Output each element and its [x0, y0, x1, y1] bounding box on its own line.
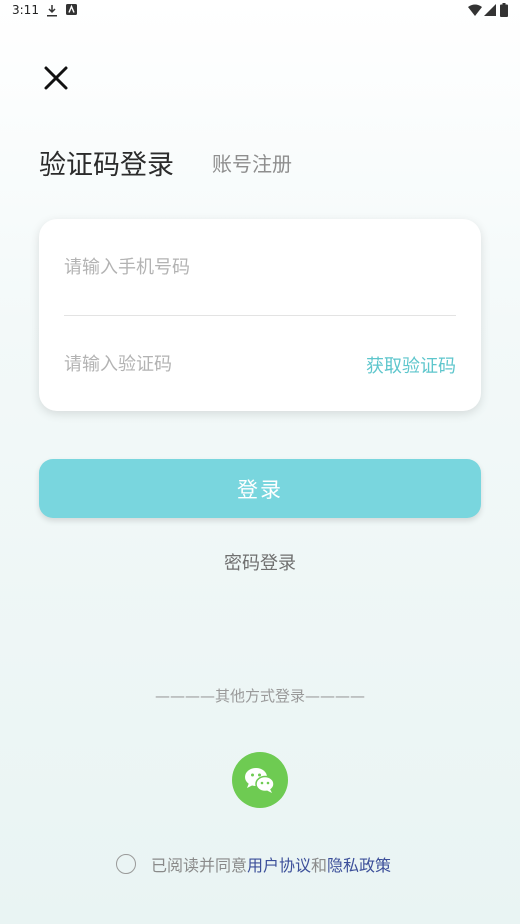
login-form-card: 获取验证码 [39, 219, 481, 411]
signal-icon [484, 4, 496, 16]
status-bar: 3:11 [0, 0, 520, 22]
wechat-icon [245, 768, 275, 793]
agreement-prefix: 已阅读并同意 [151, 856, 248, 875]
phone-input[interactable] [64, 249, 454, 285]
verification-code-input[interactable] [64, 346, 304, 382]
wifi-icon [468, 4, 482, 16]
login-button[interactable]: 登录 [39, 459, 481, 518]
privacy-policy-link[interactable]: 隐私政策 [327, 856, 391, 875]
tab-code-login[interactable]: 验证码登录 [39, 143, 174, 182]
field-divider [64, 315, 456, 316]
close-button[interactable] [38, 60, 74, 96]
agreement-text: 已阅读并同意用户协议和隐私政策 [151, 852, 391, 876]
status-time: 3:11 [12, 3, 39, 17]
password-login-link[interactable]: 密码登录 [0, 549, 520, 575]
notification-icon [66, 4, 77, 15]
agreement-and: 和 [311, 856, 328, 875]
close-icon [44, 66, 68, 90]
tab-account-register[interactable]: 账号注册 [212, 148, 292, 177]
other-login-methods-label: ————其他方式登录———— [154, 687, 365, 705]
user-agreement-link[interactable]: 用户协议 [247, 856, 311, 875]
agreement-row: 已阅读并同意用户协议和隐私政策 [116, 852, 391, 876]
get-code-button[interactable]: 获取验证码 [366, 352, 456, 378]
wechat-login-button[interactable] [232, 752, 288, 808]
battery-icon [500, 3, 508, 17]
agreement-checkbox[interactable] [116, 854, 136, 874]
download-icon [47, 5, 57, 17]
